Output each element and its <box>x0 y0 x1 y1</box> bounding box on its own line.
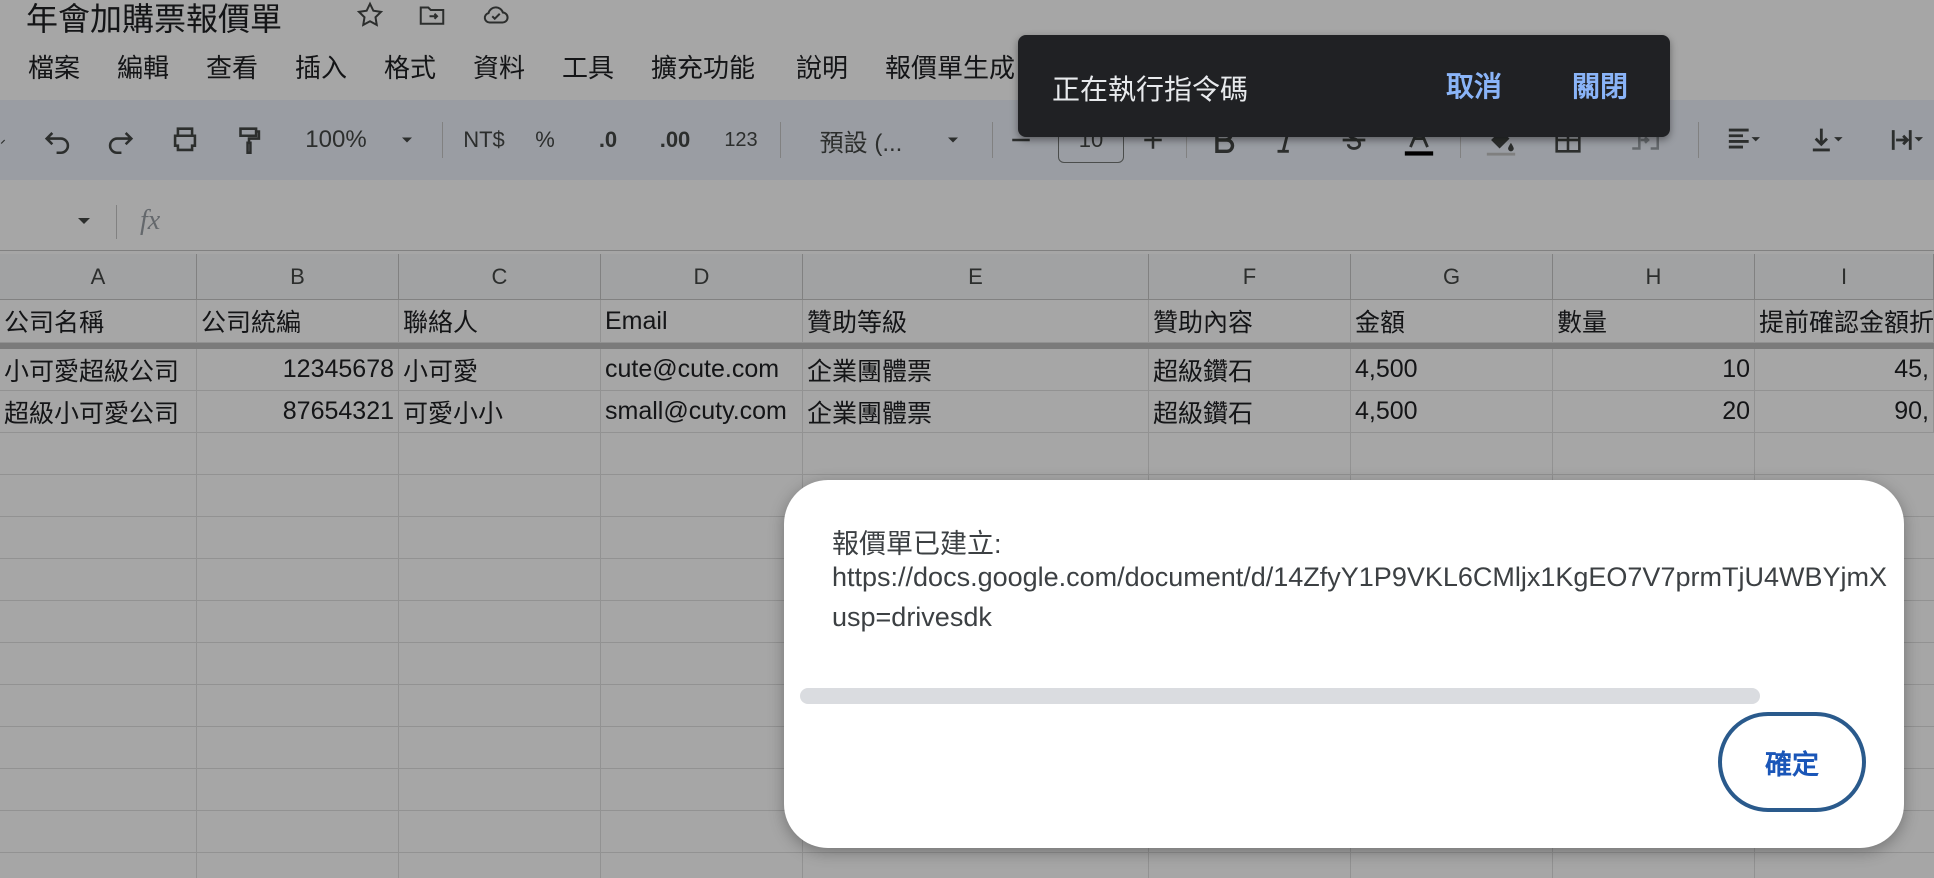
cancel-button[interactable]: 取消 <box>1446 65 1502 105</box>
quote-created-dialog: 報價單已建立: https://docs.google.com/document… <box>784 480 1904 848</box>
script-running-toast: 正在執行指令碼 取消 關閉 <box>1018 35 1670 137</box>
dialog-link-continued[interactable]: usp=drivesdk <box>832 602 992 633</box>
dialog-message: 報價單已建立: <box>832 529 1002 559</box>
horizontal-scrollbar[interactable] <box>800 688 1760 704</box>
close-button[interactable]: 關閉 <box>1572 65 1628 105</box>
toast-message: 正在執行指令碼 <box>1052 74 1249 105</box>
ok-button[interactable]: 確定 <box>1718 712 1866 812</box>
dialog-link[interactable]: https://docs.google.com/document/d/14Zfy… <box>832 562 1887 593</box>
